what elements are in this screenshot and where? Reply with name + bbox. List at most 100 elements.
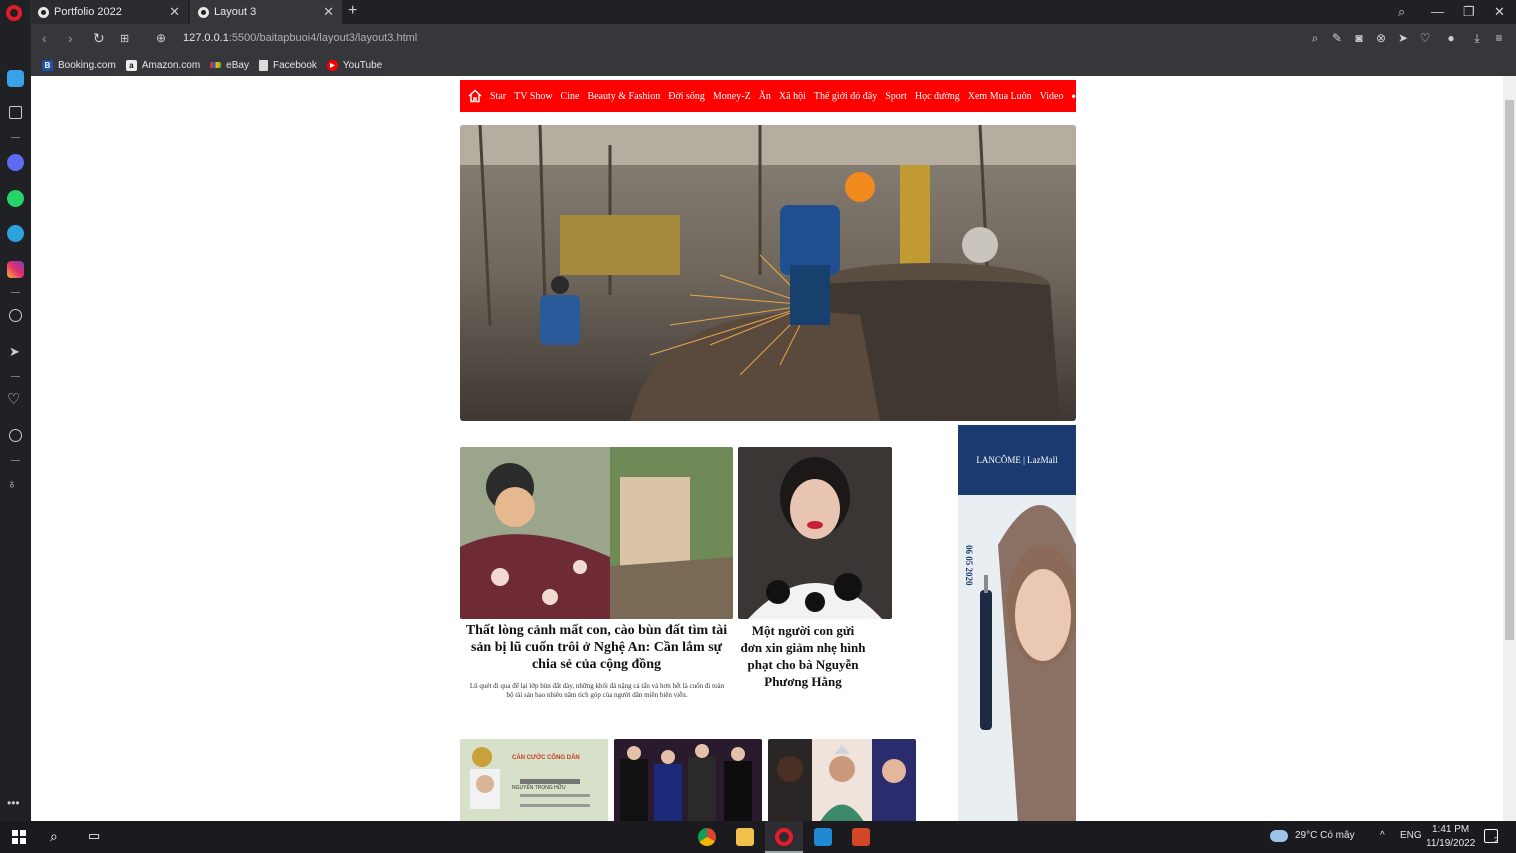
- article-title-portrait[interactable]: Một người con gửi đơn xin giảm nhẹ hình …: [740, 622, 866, 690]
- telegram-icon[interactable]: [7, 225, 24, 242]
- bookmark-youtube[interactable]: ▶ YouTube: [326, 59, 383, 71]
- article-image-portrait[interactable]: [738, 447, 892, 619]
- bookmark-label: YouTube: [342, 59, 383, 71]
- whatsapp-icon[interactable]: [7, 190, 24, 207]
- chevron-up-icon[interactable]: ^: [1380, 830, 1385, 841]
- task-view-icon[interactable]: ▭: [88, 828, 100, 844]
- adblock-icon[interactable]: ⊗: [1374, 31, 1388, 46]
- speed-dial-icon[interactable]: [9, 106, 22, 119]
- tab-portfolio[interactable]: Portfolio 2022 ✕: [30, 0, 188, 24]
- article-image-flood[interactable]: [460, 447, 733, 619]
- home-icon[interactable]: [468, 89, 482, 103]
- more-menu-icon[interactable]: •••: [1072, 89, 1088, 103]
- nav-tv-show[interactable]: TV Show: [514, 91, 552, 102]
- close-tab-icon[interactable]: ✕: [169, 4, 180, 20]
- reload-icon[interactable]: ↻: [93, 30, 105, 47]
- nav-star[interactable]: Star: [490, 91, 506, 102]
- youtube-icon: ▶: [326, 59, 338, 71]
- nav-hoc-duong[interactable]: Học đường: [915, 91, 960, 102]
- nav-the-gioi[interactable]: Thế giới đó đây: [814, 91, 877, 102]
- tab-layout3[interactable]: Layout 3 ✕: [190, 0, 342, 24]
- globe-icon: [38, 6, 49, 18]
- thumb-beauty-queens[interactable]: [768, 739, 916, 821]
- clock-time[interactable]: 1:41 PM: [1432, 824, 1469, 835]
- menu-icon[interactable]: ≡: [1492, 31, 1506, 46]
- bookmark-ebay[interactable]: eBay: [210, 60, 249, 71]
- nav-video[interactable]: Video: [1040, 91, 1064, 102]
- bookmark-amazon[interactable]: a Amazon.com: [125, 59, 201, 71]
- tab-strip: Portfolio 2022 ✕ Layout 3 ✕ + ⌕ — ❐ ✕: [0, 0, 1516, 24]
- id-card-name: NGUYỄN TRỌNG HỮU: [512, 785, 566, 791]
- close-window-button[interactable]: ✕: [1494, 4, 1505, 20]
- site-info-icon[interactable]: ⊕: [156, 31, 166, 45]
- more-icon[interactable]: •••: [7, 796, 24, 813]
- camera-icon[interactable]: ◙: [1352, 31, 1366, 46]
- nav-money-z[interactable]: Money-Z: [713, 91, 751, 102]
- clock-date[interactable]: 11/19/2022: [1426, 838, 1475, 849]
- scrollbar-thumb[interactable]: [1505, 100, 1514, 640]
- cloud-icon: [1270, 830, 1288, 842]
- send-icon[interactable]: ➤: [1396, 31, 1410, 46]
- opera-icon[interactable]: [775, 828, 793, 846]
- powerpoint-icon[interactable]: [852, 828, 870, 846]
- nav-doi-song[interactable]: Đời sống: [668, 91, 705, 102]
- heart-icon[interactable]: ♡: [1418, 31, 1432, 46]
- nav-cine[interactable]: Cine: [561, 91, 580, 102]
- download-icon[interactable]: ⤓: [1470, 31, 1484, 46]
- file-explorer-icon[interactable]: [736, 828, 754, 846]
- taskbar: ⌕ ▭ 29°C Có mây ^ ENG 1:41 PM 11/19/2022…: [0, 821, 1516, 853]
- messenger-icon[interactable]: [7, 154, 24, 171]
- thumb-id-card[interactable]: CĂN CƯỚC CÔNG DÂN NGUYỄN TRỌNG HỮU: [460, 739, 608, 821]
- nav-beauty-fashion[interactable]: Beauty & Fashion: [587, 91, 660, 102]
- search-tabs-icon[interactable]: ⌕: [1398, 4, 1405, 20]
- search-icon[interactable]: ⌕: [1308, 31, 1322, 46]
- bookmark-label: Facebook: [272, 59, 317, 71]
- thumb-celebrities[interactable]: [614, 739, 762, 821]
- nav-xa-hoi[interactable]: Xã hội: [779, 91, 806, 102]
- ebay-icon: [210, 62, 222, 68]
- windows-start-icon[interactable]: [12, 830, 26, 844]
- minimize-button[interactable]: —: [1431, 4, 1444, 19]
- id-card-title: CĂN CƯỚC CÔNG DÂN: [512, 755, 580, 761]
- weather-text[interactable]: 29°C Có mây: [1295, 830, 1355, 841]
- history-icon[interactable]: [9, 429, 22, 442]
- toolbar-icons: ⌕ ✎ ◙ ⊗ ➤ ♡ ● ⤓ ≡: [1308, 31, 1506, 46]
- bookmark-booking[interactable]: B Booking.com: [42, 59, 116, 71]
- nav-xem-mua-luon[interactable]: Xem Mua Luôn: [968, 91, 1032, 102]
- send-icon[interactable]: ➤: [9, 345, 22, 358]
- ad-banner[interactable]: LANCÔME | LazMall 06 05 2020: [958, 425, 1076, 821]
- opera-logo-icon[interactable]: [6, 5, 22, 21]
- tabs-grid-icon[interactable]: ⊞: [120, 32, 129, 45]
- language-indicator[interactable]: ENG: [1400, 830, 1422, 841]
- bookmark-label: eBay: [226, 59, 249, 71]
- heart-icon[interactable]: ♡: [7, 392, 24, 409]
- chrome-icon[interactable]: [698, 828, 716, 846]
- search-icon[interactable]: ⌕: [50, 828, 58, 845]
- url-field[interactable]: 127.0.0.1:5500/baitapbuoi4/layout3/layou…: [183, 32, 417, 44]
- nav-an[interactable]: Ăn: [759, 91, 771, 102]
- new-tab-button[interactable]: +: [348, 2, 357, 20]
- home-icon[interactable]: [7, 70, 24, 87]
- browser-window: Portfolio 2022 ✕ Layout 3 ✕ + ⌕ — ❐ ✕ ‹ …: [0, 0, 1516, 853]
- article-title-flood[interactable]: Thất lòng cảnh mất con, cào bùn đất tìm …: [460, 622, 733, 673]
- player-icon[interactable]: [9, 309, 22, 322]
- amazon-icon: a: [125, 59, 137, 71]
- hero-image[interactable]: [460, 125, 1076, 421]
- vscode-icon[interactable]: [814, 828, 832, 846]
- nav-sport[interactable]: Sport: [885, 91, 907, 102]
- back-icon[interactable]: ‹: [42, 30, 47, 46]
- page-scrollbar[interactable]: [1503, 76, 1516, 821]
- bookmarks-bar: B Booking.com a Amazon.com eBay Facebook…: [30, 54, 1516, 76]
- close-tab-icon[interactable]: ✕: [323, 4, 334, 20]
- restore-button[interactable]: ❐: [1463, 4, 1475, 20]
- url-path: :5500/baitapbuoi4/layout3/layout3.html: [228, 32, 418, 44]
- forward-icon[interactable]: ›: [68, 30, 73, 46]
- bookmark-facebook[interactable]: Facebook: [258, 59, 317, 71]
- bulb-icon[interactable]: ♁: [7, 476, 24, 493]
- bookmark-label: Amazon.com: [141, 59, 201, 71]
- bookmark-label: Booking.com: [58, 59, 116, 71]
- profile-icon[interactable]: ●: [1440, 31, 1462, 46]
- edit-icon[interactable]: ✎: [1330, 31, 1344, 46]
- instagram-icon[interactable]: [7, 261, 24, 278]
- page-icon: [258, 59, 268, 71]
